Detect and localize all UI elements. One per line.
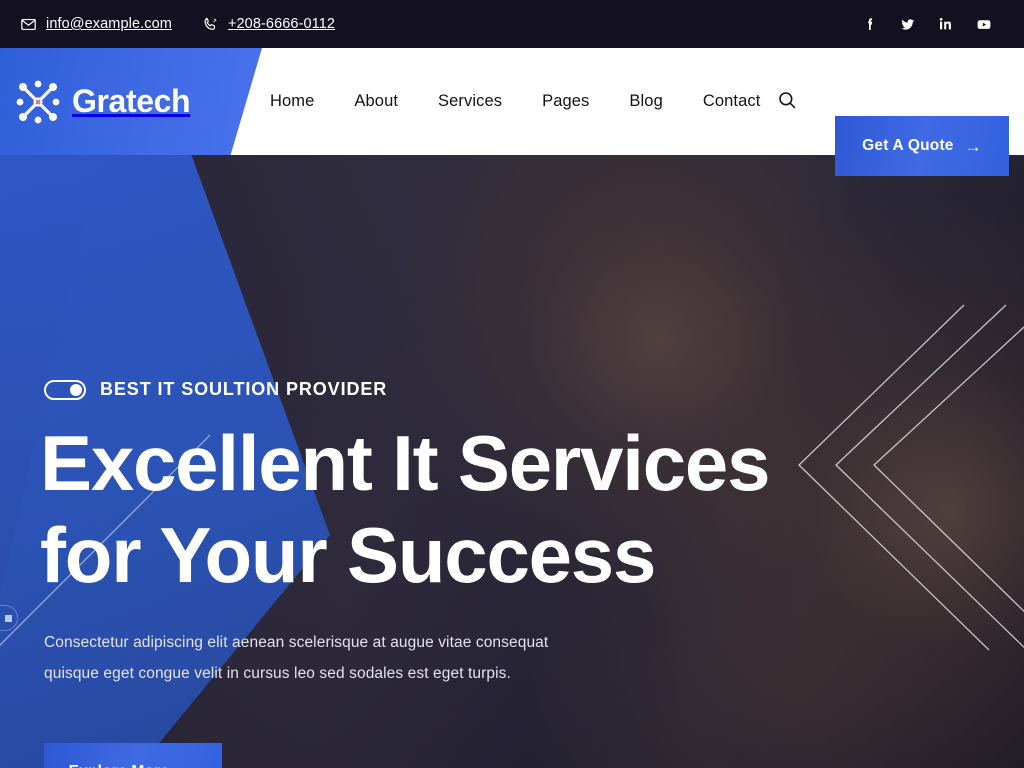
main-nav: Home About Services Pages Blog Contact — [250, 48, 780, 155]
landing-page: info@example.com +208-6666-0112 Gratech … — [0, 0, 1024, 768]
explore-more-label: Explore More — [69, 763, 170, 768]
logo-text: Gratech — [72, 83, 191, 119]
hero-description: Consectetur adipiscing elit aenean scele… — [44, 627, 624, 689]
hero-tagline-text: BEST IT SOULTION PROVIDER — [100, 379, 388, 399]
toggle-switch-icon — [44, 379, 86, 400]
nav-item-pages[interactable]: Pages — [522, 92, 609, 111]
site-header: Gratech Home About Services Pages Blog C… — [0, 48, 1024, 176]
search-button[interactable] — [770, 48, 804, 155]
phone-text: +208-6666-0112 — [227, 16, 336, 32]
nav-item-home[interactable]: Home — [250, 92, 334, 111]
nav-item-blog[interactable]: Blog — [609, 92, 682, 111]
nav-item-about[interactable]: About — [334, 92, 418, 111]
youtube-icon[interactable] — [976, 16, 992, 32]
search-icon — [777, 90, 797, 113]
hero-section: BEST IT SOULTION PROVIDER Excellent It S… — [0, 155, 1024, 768]
hero-content: BEST IT SOULTION PROVIDER Excellent It S… — [0, 155, 1024, 768]
get-a-quote-button[interactable]: Get A Quote → — [835, 116, 1009, 176]
hero-headline-line-1: Excellent It Services — [40, 419, 770, 507]
quote-label: Get A Quote — [862, 137, 954, 154]
hero-description-line-1: Consectetur adipiscing elit aenean scele… — [44, 634, 549, 651]
nav-item-contact[interactable]: Contact — [683, 92, 781, 111]
hero-tagline: BEST IT SOULTION PROVIDER — [44, 379, 387, 400]
top-contact-bar: info@example.com +208-6666-0112 — [0, 0, 1024, 48]
linkedin-icon[interactable] — [938, 16, 954, 32]
hero-headline-line-2: for Your Success — [40, 511, 656, 600]
envelope-icon — [20, 16, 37, 33]
hero-description-line-2: quisque eget congue velit in cursus leo … — [44, 665, 511, 682]
phone-link[interactable]: +208-6666-0112 — [202, 16, 335, 33]
email-link[interactable]: info@example.com — [20, 16, 172, 33]
social-links — [862, 16, 1004, 32]
twitter-icon[interactable] — [900, 16, 916, 32]
arrow-right-icon: → — [964, 136, 982, 156]
facebook-icon[interactable] — [862, 16, 878, 32]
explore-more-button[interactable]: Explore More → — [44, 743, 222, 768]
network-x-logo-icon — [14, 78, 62, 126]
hero-headline: Excellent It Services for Your Success — [40, 417, 880, 601]
nav-item-services[interactable]: Services — [418, 92, 522, 111]
email-text: info@example.com — [46, 16, 172, 32]
arrow-right-icon: → — [180, 764, 197, 768]
logo[interactable]: Gratech — [14, 48, 191, 155]
phone-icon — [202, 16, 219, 33]
